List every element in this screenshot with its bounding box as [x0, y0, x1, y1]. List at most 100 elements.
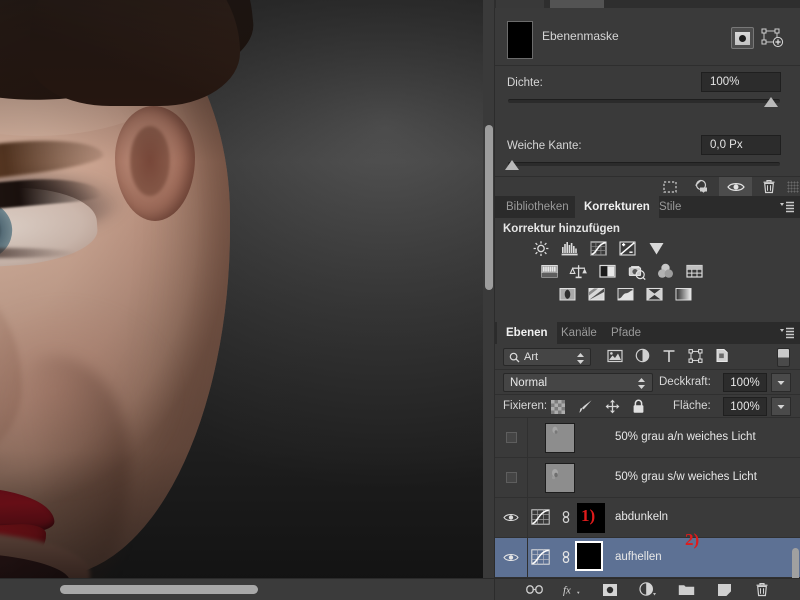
trash-icon — [763, 180, 774, 194]
lock-transparency-icon[interactable] — [551, 399, 565, 414]
tab-stile[interactable]: Stile — [650, 196, 690, 218]
chevron-down-icon — [777, 380, 785, 385]
density-value[interactable]: 100% — [701, 72, 781, 92]
layer-mask-link-icon[interactable] — [560, 549, 572, 565]
add-layer-mask-button[interactable] — [601, 581, 619, 599]
new-group-button[interactable] — [677, 581, 695, 599]
eye-icon — [726, 182, 745, 191]
filter-pixel-icon[interactable] — [607, 349, 623, 363]
feather-slider-thumb[interactable] — [505, 160, 519, 170]
annotation-2: 2) — [685, 530, 700, 549]
delete-layer-button[interactable] — [753, 581, 771, 599]
stepper-icon[interactable] — [637, 377, 646, 390]
layer-mask-thumbnail[interactable] — [507, 21, 533, 59]
tab-ebenen[interactable]: Ebenen — [497, 322, 557, 344]
layer-style-button[interactable]: fx — [563, 581, 581, 599]
layer-thumbnail[interactable] — [545, 463, 575, 493]
search-icon — [509, 352, 520, 362]
filter-enable-toggle[interactable] — [777, 348, 790, 367]
levels-icon[interactable] — [560, 240, 580, 257]
vibrance-icon[interactable] — [647, 240, 667, 257]
tab-kanaele[interactable]: Kanäle — [552, 322, 606, 344]
opacity-value[interactable]: 100% — [723, 373, 767, 392]
tab-bibliotheken[interactable]: Bibliotheken — [497, 196, 578, 218]
tab-pfade[interactable]: Pfade — [602, 322, 650, 344]
tab-fragment-left[interactable] — [496, 0, 544, 8]
layer-visibility-toggle[interactable] — [495, 418, 528, 457]
delete-mask-button[interactable] — [752, 177, 785, 197]
feather-value[interactable]: 0,0 Px — [701, 135, 781, 155]
table-row[interactable]: aufhellen — [495, 538, 800, 578]
adjustments-panel-menu-button[interactable] — [780, 201, 794, 213]
black-white-icon[interactable] — [598, 263, 618, 280]
layer-name: aufhellen — [615, 551, 662, 563]
canvas-horizontal-scrollbar[interactable] — [0, 578, 494, 600]
layer-visibility-toggle[interactable] — [495, 538, 528, 577]
adjustments-tabstrip: Bibliotheken Korrekturen Stile — [494, 196, 800, 218]
selective-color-icon[interactable] — [645, 286, 665, 303]
canvas-vertical-scrollbar-thumb[interactable] — [485, 125, 493, 290]
fill-dropdown-button[interactable] — [771, 397, 791, 416]
load-selection-from-mask-button[interactable] — [653, 177, 686, 197]
lock-image-icon[interactable] — [577, 399, 593, 414]
table-row[interactable]: 50% grau a/n weiches Licht — [495, 418, 800, 458]
blend-mode-select[interactable]: Normal — [503, 373, 653, 392]
layers-panel-menu-button[interactable] — [780, 327, 794, 339]
panel-resize-grip[interactable] — [787, 180, 799, 193]
lock-label: Fixieren: — [503, 400, 548, 412]
filter-smartobject-icon[interactable] — [715, 348, 729, 363]
opacity-dropdown-button[interactable] — [771, 373, 791, 392]
apply-mask-button[interactable] — [686, 177, 719, 197]
layer-list[interactable]: 50% grau a/n weiches Licht 50% grau s/w … — [495, 418, 800, 600]
new-adjustment-layer-button[interactable] — [639, 581, 657, 599]
curves-adjustment-layer-icon[interactable] — [531, 549, 550, 565]
lock-position-icon[interactable] — [605, 399, 620, 414]
layers-panel: Art Normal Deckkraft: 100% Fixieren: Flä… — [494, 344, 800, 600]
density-slider[interactable] — [508, 99, 780, 103]
table-row[interactable]: 1) abdunkeln — [495, 498, 800, 538]
channel-mixer-icon[interactable] — [656, 263, 676, 280]
filter-adjustment-icon[interactable] — [635, 348, 650, 363]
fill-value[interactable]: 100% — [723, 397, 767, 416]
invert-icon[interactable] — [558, 286, 578, 303]
layer-visibility-toggle[interactable] — [495, 458, 528, 497]
feather-slider[interactable] — [508, 162, 780, 166]
color-balance-icon[interactable] — [569, 263, 589, 280]
posterize-icon[interactable] — [587, 286, 607, 303]
image-canvas[interactable] — [0, 0, 494, 600]
layer-mask-link-icon[interactable] — [560, 509, 572, 525]
curves-icon[interactable] — [589, 240, 609, 257]
density-slider-thumb[interactable] — [764, 97, 778, 107]
upper-panel-tabstrip-fragment[interactable] — [494, 0, 800, 8]
canvas-vertical-scrollbar[interactable] — [483, 0, 494, 578]
layer-visibility-toggle[interactable] — [495, 498, 528, 537]
exposure-icon[interactable] — [618, 240, 638, 257]
tab-fragment-active[interactable] — [550, 0, 604, 8]
vector-mask-button[interactable] — [760, 26, 784, 50]
color-lookup-icon[interactable] — [685, 263, 705, 280]
filter-shape-icon[interactable] — [688, 348, 703, 363]
filter-type-icon[interactable] — [662, 349, 676, 363]
layer-filter-kind-select[interactable]: Art — [503, 348, 591, 366]
tab-korrekturen[interactable]: Korrekturen — [575, 196, 659, 218]
canvas-horizontal-scrollbar-thumb[interactable] — [60, 585, 258, 594]
brightness-contrast-icon[interactable] — [531, 240, 551, 257]
new-layer-button[interactable] — [715, 581, 733, 599]
stepper-icon[interactable] — [576, 352, 585, 365]
portrait-photo[interactable] — [0, 0, 494, 578]
layer-mask-thumbnail-selected[interactable] — [575, 541, 603, 571]
adjustments-panel: Korrektur hinzufügen — [494, 218, 800, 322]
photo-filter-icon[interactable] — [627, 263, 647, 280]
toggle-mask-visibility-button[interactable] — [719, 176, 752, 197]
pixel-mask-button[interactable] — [731, 27, 754, 49]
curves-adjustment-layer-icon[interactable] — [531, 509, 550, 525]
link-layers-button[interactable] — [525, 581, 543, 599]
lock-all-icon[interactable] — [632, 399, 645, 414]
panel-menu-icon — [780, 201, 794, 213]
layer-thumbnail[interactable] — [545, 423, 575, 453]
vector-mask-icon — [761, 28, 784, 48]
hue-saturation-icon[interactable] — [540, 263, 560, 280]
threshold-icon[interactable] — [616, 286, 636, 303]
gradient-map-icon[interactable] — [674, 286, 694, 303]
table-row[interactable]: 50% grau s/w weiches Licht — [495, 458, 800, 498]
